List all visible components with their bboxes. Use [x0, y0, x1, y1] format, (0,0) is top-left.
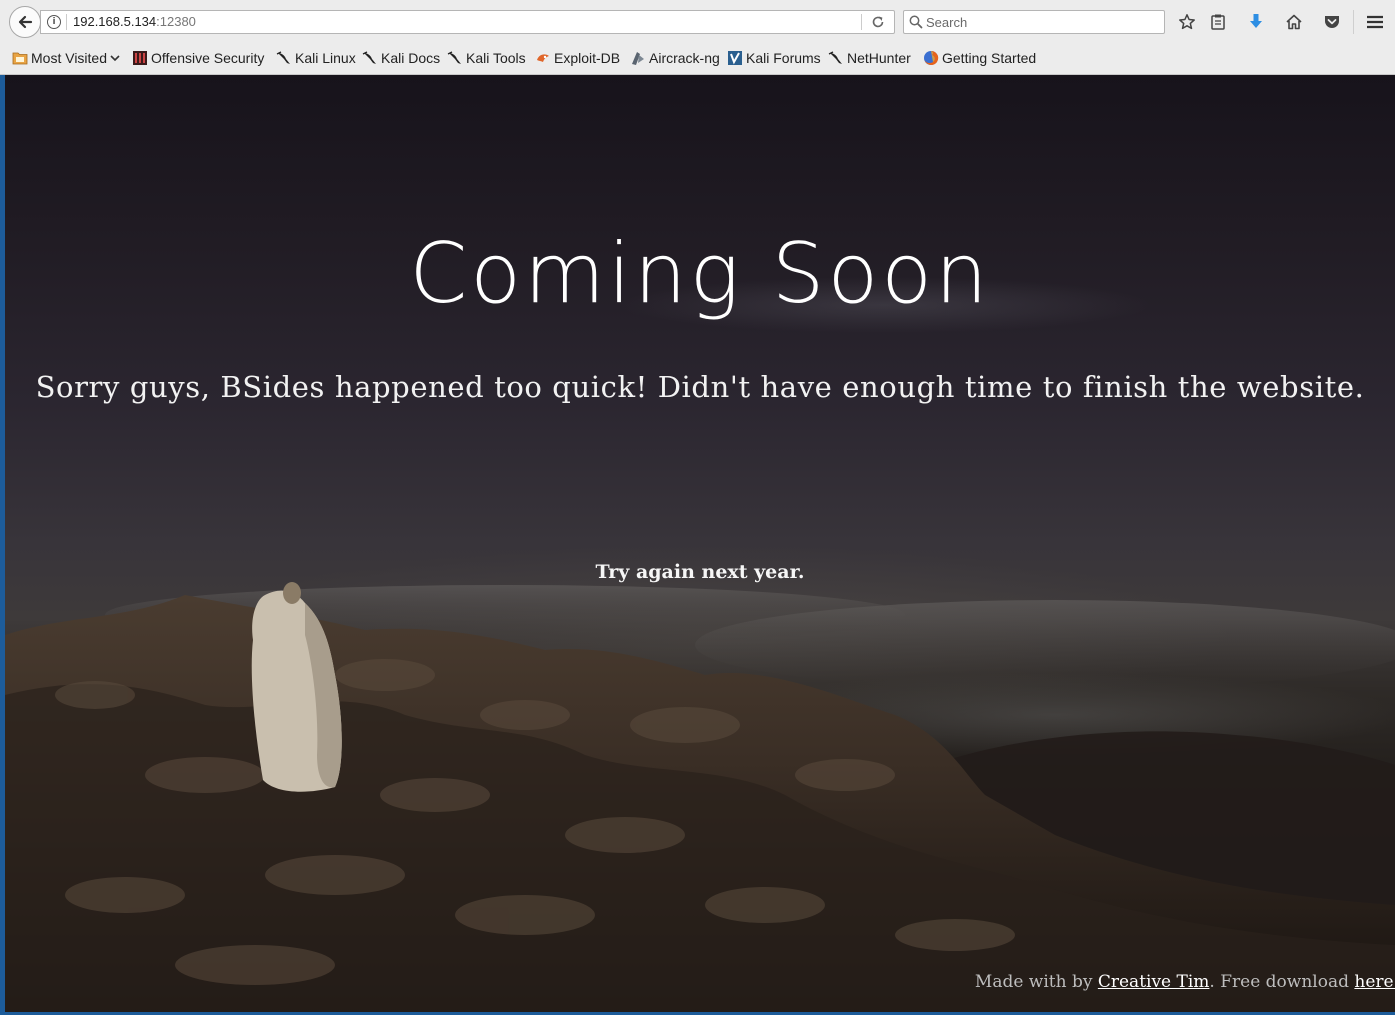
download-link[interactable]: here. — [1354, 972, 1395, 992]
back-arrow-icon — [18, 15, 33, 29]
page-subtitle: Sorry guys, BSides happened too quick! D… — [35, 370, 1365, 404]
downloads-button[interactable] — [1245, 11, 1267, 33]
kali-dragon-icon — [447, 50, 463, 66]
page-headline: Coming Soon — [409, 225, 991, 322]
home-icon — [1286, 14, 1302, 30]
url-text[interactable]: 192.168.5.134:12380 — [73, 14, 196, 29]
bookmark-exploit-db[interactable]: Exploit-DB — [535, 45, 620, 71]
creative-tim-link[interactable]: Creative Tim — [1098, 972, 1210, 992]
bookmark-kali-tools[interactable]: Kali Tools — [447, 45, 526, 71]
bookmark-star-button[interactable] — [1176, 11, 1198, 33]
browser-chrome: i 192.168.5.134:12380 Search Most Visite… — [0, 0, 1395, 75]
bookmark-offensive-security[interactable]: Offensive Security — [132, 45, 264, 71]
pocket-icon — [1325, 16, 1339, 28]
aircrack-icon — [630, 50, 646, 66]
search-icon — [909, 15, 923, 29]
site-info-icon[interactable]: i — [47, 15, 61, 29]
mountain-background-image — [5, 582, 1395, 1012]
reload-button[interactable] — [868, 13, 888, 31]
url-port: :12380 — [156, 14, 196, 29]
star-icon — [1179, 14, 1195, 30]
exploitdb-icon — [535, 50, 551, 66]
url-host: 192.168.5.134 — [73, 14, 157, 29]
url-divider — [861, 14, 862, 30]
home-button[interactable] — [1283, 11, 1305, 33]
bookmark-label: Getting Started — [942, 50, 1037, 66]
clipboard-icon — [1211, 14, 1225, 30]
bookmark-nethunter[interactable]: NetHunter — [828, 45, 911, 71]
search-bar[interactable] — [903, 10, 1165, 34]
download-arrow-icon — [1250, 14, 1262, 28]
back-button[interactable] — [9, 6, 41, 38]
page-tagline: Try again next year. — [595, 561, 805, 583]
url-separator — [66, 14, 67, 30]
firefox-icon — [923, 50, 939, 66]
url-bar[interactable]: i 192.168.5.134:12380 — [40, 10, 895, 34]
kali-dragon-icon — [362, 50, 378, 66]
search-input[interactable] — [926, 13, 1156, 31]
toolbar-separator — [1353, 10, 1354, 34]
page-footer: Made with by Creative Tim. Free download… — [975, 972, 1395, 992]
offsec-icon — [132, 50, 148, 66]
bookmark-most-visited[interactable]: Most Visited — [12, 45, 121, 71]
hamburger-menu-icon — [1367, 15, 1383, 29]
web-page: Coming Soon Sorry guys, BSides happened … — [5, 75, 1395, 1012]
menu-button[interactable] — [1364, 11, 1386, 33]
kali-dragon-icon — [276, 50, 292, 66]
bookmark-label: Aircrack-ng — [649, 50, 720, 66]
bookmark-kali-forums[interactable]: Kali Forums — [727, 45, 821, 71]
folder-icon — [12, 50, 28, 66]
bookmark-kali-docs[interactable]: Kali Docs — [362, 45, 440, 71]
pocket-button[interactable] — [1321, 11, 1343, 33]
bookmark-getting-started[interactable]: Getting Started — [923, 45, 1036, 71]
bookmark-kali-linux[interactable]: Kali Linux — [276, 45, 356, 71]
kali-dragon-icon — [828, 50, 844, 66]
bookmark-label: Kali Linux — [295, 50, 356, 66]
bookmark-label: Kali Forums — [746, 50, 821, 66]
footer-prefix: Made with by — [974, 972, 1098, 992]
kali-forums-icon — [727, 50, 743, 66]
bookmarks-toolbar: Most Visited Offensive Security Kali Lin… — [0, 45, 1395, 71]
bookmark-label: Most Visited — [31, 50, 107, 66]
navigation-toolbar: i 192.168.5.134:12380 — [0, 0, 1395, 42]
bookmark-label: Offensive Security — [151, 50, 265, 66]
reload-icon — [872, 16, 884, 28]
footer-middle: . Free download — [1209, 972, 1355, 992]
bookmark-label: Kali Tools — [466, 50, 526, 66]
bookmark-label: Kali Docs — [381, 50, 441, 66]
bookmark-label: Exploit-DB — [554, 50, 621, 66]
chevron-down-icon — [110, 55, 120, 62]
bookmark-aircrack-ng[interactable]: Aircrack-ng — [630, 45, 720, 71]
reading-list-button[interactable] — [1207, 11, 1229, 33]
bookmark-label: NetHunter — [847, 50, 911, 66]
